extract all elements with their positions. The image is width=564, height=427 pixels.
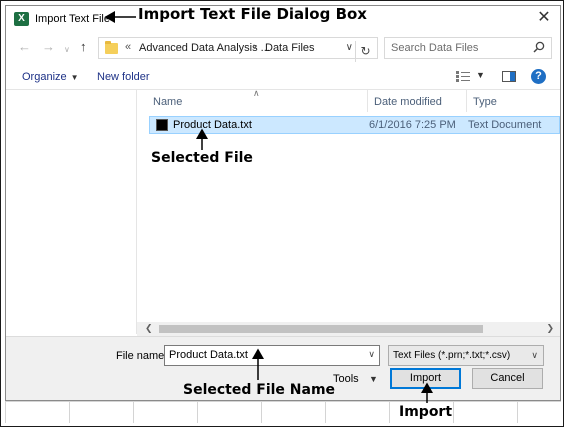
annotation-import: Import	[399, 404, 453, 420]
preview-pane-icon[interactable]	[502, 71, 516, 82]
import-text-file-dialog: X Import Text File ✕ ← → ∨ ↑ « Advanced …	[5, 5, 561, 401]
file-name-value: Product Data.txt	[169, 349, 248, 361]
close-icon[interactable]: ✕	[536, 10, 552, 26]
file-date-cell: 6/1/2016 7:25 PM	[369, 119, 456, 131]
search-placeholder: Search Data Files	[391, 42, 479, 54]
import-button[interactable]: Import	[390, 368, 461, 389]
help-icon[interactable]: ?	[531, 69, 546, 84]
spreadsheet-background	[5, 401, 561, 423]
back-arrow-icon[interactable]: ←	[18, 40, 31, 54]
forward-arrow-icon[interactable]: →	[42, 40, 55, 54]
excel-icon: X	[14, 12, 29, 26]
address-bar[interactable]: « Advanced Data Analysis ... › Data File…	[98, 37, 378, 63]
file-type-dropdown-icon: ∨	[531, 350, 538, 360]
file-name-cell: Product Data.txt	[173, 119, 252, 131]
annotation-selected-file-name: Selected File Name	[183, 382, 336, 398]
chevron-down-icon: ▼	[70, 73, 79, 82]
file-row-selected[interactable]: Product Data.txt 6/1/2016 7:25 PM Text D…	[149, 116, 560, 134]
column-divider[interactable]	[367, 90, 368, 112]
sort-ascending-icon: ∧	[253, 88, 260, 98]
annotation-dialog-title: Import Text File Dialog Box	[138, 5, 367, 23]
view-dropdown-icon[interactable]: ▼	[476, 70, 485, 80]
breadcrumb-advanced-data-analysis[interactable]: Advanced Data Analysis ...	[139, 42, 270, 54]
dialog-title: Import Text File	[35, 13, 110, 25]
column-header-name[interactable]: Name	[153, 96, 182, 108]
column-header-date-modified[interactable]: Date modified	[374, 96, 442, 108]
annotation-selected-file: Selected File	[151, 150, 253, 166]
column-header-type[interactable]: Type	[473, 96, 497, 108]
breadcrumb-data-files[interactable]: Data Files	[265, 42, 315, 54]
horizontal-scrollbar[interactable]: ❮ ❯	[137, 322, 560, 336]
up-arrow-icon[interactable]: ↑	[80, 40, 87, 54]
scrollbar-thumb[interactable]	[159, 325, 483, 333]
file-name-dropdown-icon[interactable]: ∨	[368, 349, 375, 360]
breadcrumb-overflow[interactable]: «	[125, 41, 131, 53]
navigation-pane[interactable]	[6, 90, 137, 334]
search-icon[interactable]	[533, 41, 545, 53]
new-folder-button[interactable]: New folder	[97, 71, 150, 83]
folder-icon	[105, 41, 118, 54]
file-type-cell: Text Document	[468, 119, 542, 131]
refresh-icon[interactable]: ↻	[355, 41, 375, 63]
file-name-field[interactable]: Product Data.txt ∨	[164, 345, 380, 366]
scroll-left-icon[interactable]: ❮	[145, 323, 153, 334]
file-type-value: Text Files (*.prn;*.txt;*.csv)	[393, 350, 511, 361]
cancel-button[interactable]: Cancel	[472, 368, 543, 389]
breadcrumb-separator: ›	[253, 41, 257, 53]
recent-locations-chevron-icon[interactable]: ∨	[64, 43, 70, 57]
navigation-row: ← → ∨ ↑ « Advanced Data Analysis ... › D…	[6, 34, 560, 63]
address-dropdown-icon[interactable]: ∨	[346, 42, 353, 53]
text-file-icon	[156, 119, 168, 131]
column-divider[interactable]	[466, 90, 467, 112]
tools-button[interactable]: Tools	[333, 373, 359, 385]
file-type-select[interactable]: Text Files (*.prn;*.txt;*.csv) ∨	[388, 345, 544, 366]
screenshot-frame: X Import Text File ✕ ← → ∨ ↑ « Advanced …	[0, 0, 564, 427]
search-input[interactable]: Search Data Files	[384, 37, 552, 59]
view-options-icon[interactable]	[456, 71, 470, 82]
command-toolbar: Organize ▼ New folder ▼ ?	[6, 62, 560, 90]
tools-dropdown-icon[interactable]: ▼	[369, 374, 378, 384]
file-list[interactable]: ∧ Name Date modified Type Product Data.t…	[137, 88, 560, 322]
organize-button[interactable]: Organize ▼	[22, 71, 79, 83]
organize-label: Organize	[22, 71, 67, 83]
file-name-label: File name:	[116, 350, 168, 362]
scroll-right-icon[interactable]: ❯	[546, 323, 554, 334]
